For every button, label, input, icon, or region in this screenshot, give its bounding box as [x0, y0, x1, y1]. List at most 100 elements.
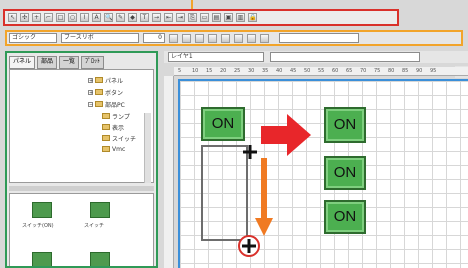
ruler-mark: 60: [332, 68, 339, 74]
ruler-mark: 25: [234, 68, 241, 74]
ruler-mark: 55: [318, 68, 325, 74]
drag-selection-rectangle: [201, 145, 248, 241]
ruler-mark: 50: [304, 68, 311, 74]
move-icon[interactable]: ✣: [20, 13, 29, 22]
pointer-icon[interactable]: ↖: [8, 13, 17, 22]
ruler-mark: 20: [220, 68, 227, 74]
drawing-toolbar: ↖ ✣ + ⌐ □ ○ ⌇ A 🔍 ✎ ◆ T → ⇤ ⇥ ⎘ ▭ ▤ ▣ ▥ 🔒: [3, 9, 399, 26]
tree-item[interactable]: 表示: [102, 123, 125, 132]
folder-icon: [95, 89, 103, 95]
italic-icon[interactable]: [182, 33, 191, 43]
ruler-mark: 70: [360, 68, 367, 74]
border-icon[interactable]: [247, 33, 256, 43]
tree-scrollbar[interactable]: [144, 113, 151, 183]
align-left-icon[interactable]: ⇤: [164, 13, 173, 22]
layer-icon[interactable]: ▤: [212, 13, 221, 22]
part-thumbnail[interactable]: [90, 202, 110, 218]
tree-item[interactable]: + パネル: [88, 76, 123, 85]
folder-icon: [102, 146, 110, 152]
paste-icon[interactable]: ▭: [200, 13, 209, 22]
on-button-copy[interactable]: ON: [324, 156, 366, 190]
panel-splitter[interactable]: [9, 186, 154, 191]
extra-select[interactable]: [279, 33, 359, 43]
application-window: ↖ ✣ + ⌐ □ ○ ⌇ A 🔍 ✎ ◆ T → ⇤ ⇥ ⎘ ▭ ▤ ▣ ▥ 🔒 ゴシック ブースリボ 0 パネル 部…: [0, 0, 468, 268]
tree-item[interactable]: スイッチ: [102, 134, 137, 143]
ruler-mark: 45: [290, 68, 297, 74]
tree-item-label: 部品PC: [105, 101, 125, 109]
style-select[interactable]: ブースリボ: [61, 33, 139, 43]
tab-parts[interactable]: 部品: [37, 56, 58, 69]
part-caption: スイッチ: [84, 223, 105, 229]
tree-item-label: ランプ: [112, 113, 130, 121]
tree-item-label: 表示: [112, 124, 125, 132]
tree-item[interactable]: − 部品PC: [88, 100, 125, 109]
copy-cursor-icon: [238, 235, 260, 257]
tab-list[interactable]: 一覧: [59, 56, 80, 69]
label-icon[interactable]: T: [140, 13, 149, 22]
node-icon[interactable]: ◆: [128, 13, 137, 22]
ruler-mark: 5: [178, 68, 182, 74]
polyline-icon[interactable]: ⌇: [80, 13, 89, 22]
align-center-icon[interactable]: [208, 33, 217, 43]
horizontal-ruler: 5 10 15 20 25 30 35 40 45 50 55 60 65 70 75 80 85 90 95: [174, 67, 468, 76]
format-toolbar: ゴシック ブースリボ 0: [5, 30, 463, 46]
drag-down-arrow-icon: [255, 158, 273, 236]
bold-icon[interactable]: [169, 33, 178, 43]
tree-item[interactable]: + ボタン: [88, 88, 123, 97]
rectangle-icon[interactable]: □: [56, 13, 65, 22]
pen-icon[interactable]: ✎: [116, 13, 125, 22]
collapse-icon[interactable]: −: [88, 101, 93, 107]
expand-icon[interactable]: +: [88, 77, 93, 83]
part-thumbnail[interactable]: [32, 202, 52, 218]
line-icon[interactable]: ⌐: [44, 13, 53, 22]
crosshair-cursor-icon: [243, 145, 257, 159]
tab-panel[interactable]: パネル: [9, 56, 36, 69]
tree-item-label: Vmc: [112, 145, 126, 153]
color-icon[interactable]: [221, 33, 230, 43]
tree-item[interactable]: ランプ: [102, 112, 130, 121]
ruler-mark: 95: [430, 68, 437, 74]
size-input[interactable]: 0: [143, 33, 165, 43]
folder-icon: [102, 135, 110, 141]
arrow-icon[interactable]: →: [152, 13, 161, 22]
align-right-icon[interactable]: ⇥: [176, 13, 185, 22]
text-icon[interactable]: A: [92, 13, 101, 22]
on-button-source[interactable]: ON: [201, 107, 245, 141]
panel-tabs: パネル 部品 一覧 ﾌﾟﾛｯﾄ: [9, 56, 105, 69]
ruler-mark: 35: [262, 68, 269, 74]
parts-gallery: スイッチ(ON) スイッチ: [9, 193, 154, 266]
ruler-mark: 80: [388, 68, 395, 74]
layer-select[interactable]: レイヤ1: [168, 52, 264, 62]
crosshair-icon[interactable]: +: [32, 13, 41, 22]
plus-icon: [242, 239, 256, 253]
copy-icon[interactable]: ⎘: [188, 13, 197, 22]
underline-icon[interactable]: [195, 33, 204, 43]
font-select[interactable]: ゴシック: [9, 33, 57, 43]
fill-icon[interactable]: [234, 33, 243, 43]
stack-icon[interactable]: ▥: [236, 13, 245, 22]
layer-info-field[interactable]: [270, 52, 420, 62]
ruler-mark: 10: [192, 68, 199, 74]
part-thumbnail[interactable]: [90, 252, 110, 266]
ruler-mark: 90: [416, 68, 423, 74]
folder-icon: [102, 124, 110, 130]
part-caption: スイッチ(ON): [22, 223, 54, 229]
expand-icon[interactable]: +: [88, 89, 93, 95]
zoom-icon[interactable]: 🔍: [104, 13, 113, 22]
ruler-mark: 85: [402, 68, 409, 74]
on-button-copy[interactable]: ON: [324, 200, 366, 234]
rotate-icon[interactable]: [260, 33, 269, 43]
ruler-mark: 75: [374, 68, 381, 74]
ruler-mark: 30: [248, 68, 255, 74]
lock-icon[interactable]: 🔒: [248, 13, 257, 22]
layer-bar: レイヤ1: [164, 51, 468, 63]
tree-item[interactable]: Vmc: [102, 145, 125, 153]
group-icon[interactable]: ▣: [224, 13, 233, 22]
parts-panel: パネル 部品 一覧 ﾌﾟﾛｯﾄ + パネル + ボタン − 部品PC ランプ 表示 ス…: [5, 51, 158, 268]
part-thumbnail[interactable]: [32, 252, 52, 266]
ruler-mark: 65: [346, 68, 353, 74]
tree-item-label: スイッチ: [112, 135, 137, 143]
ellipse-icon[interactable]: ○: [68, 13, 77, 22]
tab-plot[interactable]: ﾌﾟﾛｯﾄ: [81, 56, 105, 69]
on-button-copy[interactable]: ON: [324, 107, 366, 143]
